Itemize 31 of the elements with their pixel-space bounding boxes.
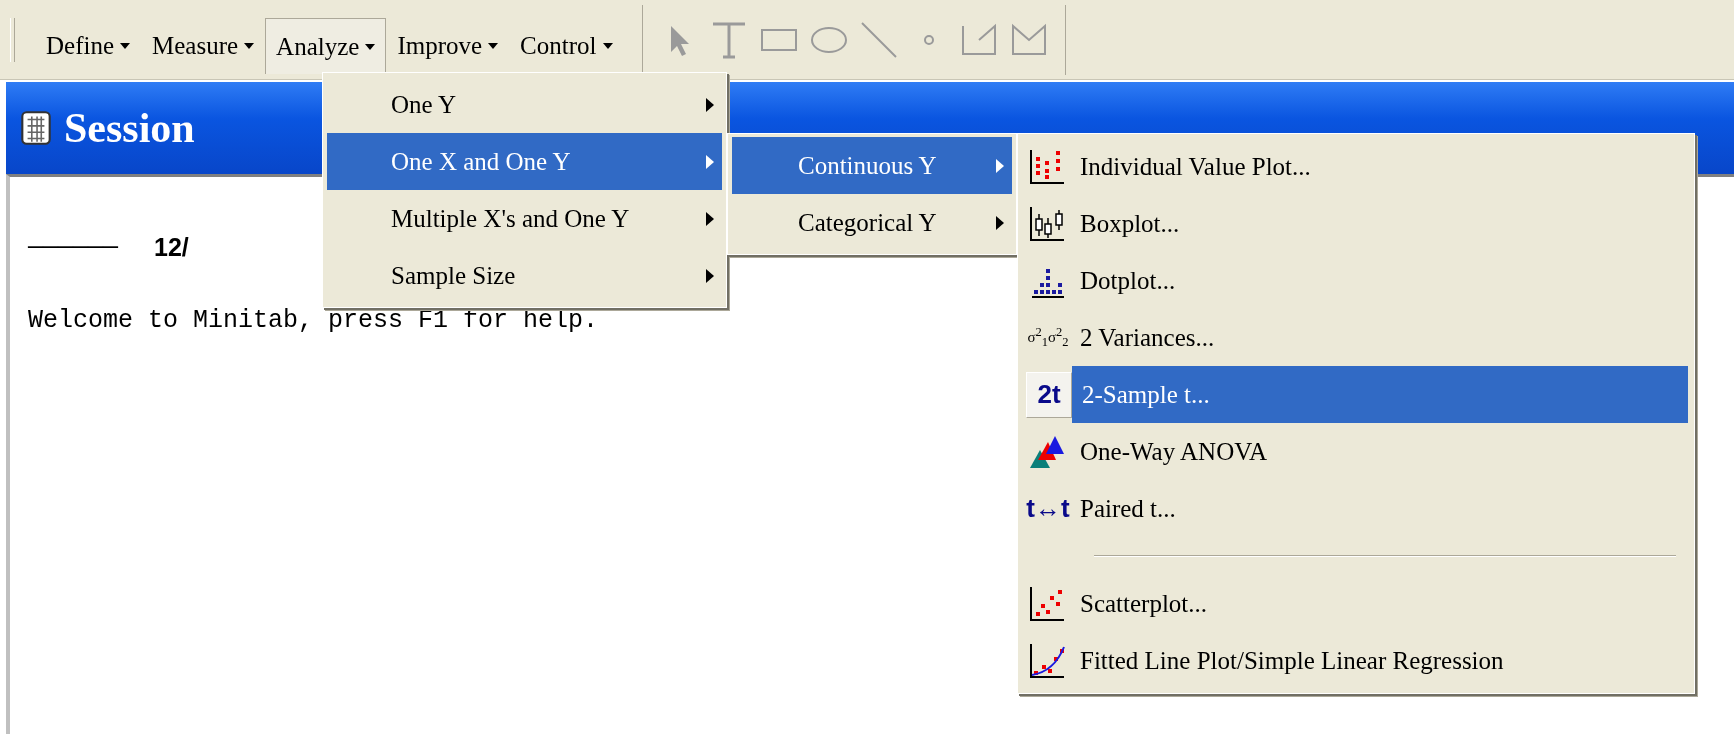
menu-item[interactable]: Categorical Y: [732, 194, 1012, 251]
menu-item[interactable]: Continuous Y: [732, 137, 1012, 194]
menu-button[interactable]: Analyze: [265, 18, 387, 74]
menu-item[interactable]: Boxplot...: [1070, 195, 1688, 252]
menu-item[interactable]: Fitted Line Plot/Simple Linear Regression: [1070, 632, 1688, 689]
window-title: Session: [64, 104, 195, 152]
menu-item[interactable]: Individual Value Plot...: [1070, 138, 1688, 195]
menu-button[interactable]: Measure: [141, 18, 266, 74]
menu-item[interactable]: Multiple X's and One Y: [327, 190, 722, 247]
session-date: 12/: [154, 233, 189, 262]
menu-item[interactable]: Scatterplot...: [1070, 575, 1688, 632]
menu-item[interactable]: 2-Sample t...: [1072, 366, 1688, 423]
menu-item[interactable]: Paired t...: [1070, 480, 1688, 537]
menu-item[interactable]: 2 Variances...: [1070, 309, 1688, 366]
menu-item[interactable]: One X and One Y: [327, 133, 722, 190]
caret-icon: [120, 43, 131, 49]
caret-icon: [365, 43, 376, 50]
header-rule: ——————: [28, 233, 118, 262]
menu-item[interactable]: One Y: [327, 76, 722, 133]
caret-icon: [488, 43, 499, 49]
menu-item[interactable]: Sample Size: [327, 247, 722, 304]
menu-button[interactable]: Control: [509, 18, 624, 74]
menu-item[interactable]: One-Way ANOVA: [1070, 423, 1688, 480]
menu-item[interactable]: Dotplot...: [1070, 252, 1688, 309]
menu-button[interactable]: Improve: [386, 18, 510, 74]
line-icon[interactable]: [858, 19, 899, 60]
icon-label: t↔t: [1026, 493, 1070, 524]
icon-label: 2t: [1037, 379, 1061, 410]
caret-icon: [244, 43, 255, 49]
caret-icon: [602, 43, 613, 49]
menu-button[interactable]: Define: [35, 18, 142, 74]
